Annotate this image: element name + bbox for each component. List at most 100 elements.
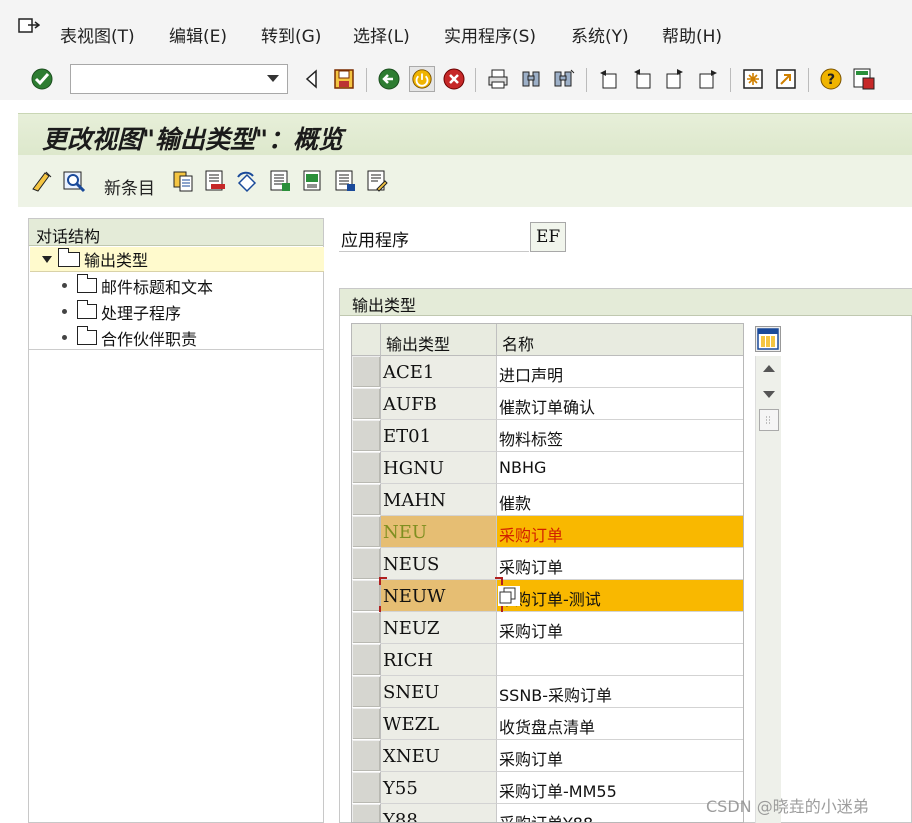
tree-node-mail-title-text[interactable]: 邮件标题和文本: [62, 273, 213, 298]
name-cell[interactable]: 采购订单: [497, 548, 743, 580]
output-type-cell[interactable]: NEUS: [381, 548, 497, 580]
row-selector-button[interactable]: [352, 644, 381, 676]
name-cell[interactable]: 采购订单: [497, 740, 743, 772]
table-settings-icon[interactable]: [755, 326, 781, 352]
name-cell[interactable]: 采购订单-测试: [497, 580, 743, 612]
menu-table-view[interactable]: 表视图(T): [60, 22, 135, 47]
last-page-icon[interactable]: [695, 66, 721, 92]
deselect-all-icon[interactable]: [333, 169, 357, 193]
row-selector-button[interactable]: [352, 804, 381, 822]
display-glasses-icon[interactable]: [62, 169, 86, 193]
row-selector-button[interactable]: [352, 484, 381, 516]
output-type-cell[interactable]: Y55: [381, 772, 497, 804]
row-selector-button[interactable]: [352, 580, 381, 612]
save-icon[interactable]: [331, 66, 357, 92]
table-row[interactable]: MAHN 催款: [352, 484, 743, 516]
exit-icon[interactable]: [409, 66, 435, 92]
table-row[interactable]: Y55 采购订单-MM55: [352, 772, 743, 804]
table-row[interactable]: AUFB 催款订单确认: [352, 388, 743, 420]
select-all-rows-button[interactable]: [352, 324, 381, 356]
layout-icon[interactable]: [851, 66, 877, 92]
delete-icon[interactable]: [203, 169, 227, 193]
vertical-scrollbar[interactable]: [755, 356, 781, 823]
table-row[interactable]: Y88采购订单Y88: [352, 804, 743, 822]
name-cell[interactable]: 催款: [497, 484, 743, 516]
table-row[interactable]: HGNU NBHG: [352, 452, 743, 484]
name-cell[interactable]: 采购订单: [497, 516, 743, 548]
row-selector-button[interactable]: [352, 676, 381, 708]
name-cell[interactable]: NBHG: [497, 452, 743, 484]
table-row[interactable]: NEUW 采购订单-测试: [352, 577, 743, 614]
output-type-cell[interactable]: ET01: [381, 420, 497, 452]
find-icon[interactable]: [518, 66, 544, 92]
create-session-icon[interactable]: [740, 66, 766, 92]
output-type-cell[interactable]: ACE1: [381, 356, 497, 388]
back-triangle-icon[interactable]: [299, 66, 325, 92]
table-row[interactable]: NEUZ 采购订单: [352, 612, 743, 644]
command-field[interactable]: [70, 64, 288, 94]
output-type-cell[interactable]: Y88: [381, 804, 497, 822]
scroll-down-icon[interactable]: [763, 391, 775, 398]
select-block-icon[interactable]: [301, 169, 325, 193]
row-selector-button[interactable]: [352, 388, 381, 420]
output-type-cell[interactable]: MAHN: [381, 484, 497, 516]
output-type-cell[interactable]: SNEU: [381, 676, 497, 708]
row-selector-button[interactable]: [352, 356, 381, 388]
column-header-name[interactable]: 名称: [497, 324, 743, 356]
table-row[interactable]: XNEU 采购订单: [352, 740, 743, 772]
row-selector-button[interactable]: [352, 420, 381, 452]
scroll-up-icon[interactable]: [763, 365, 775, 372]
table-row[interactable]: NEUS 采购订单: [352, 548, 743, 580]
table-row[interactable]: NEU 采购订单: [352, 516, 743, 548]
command-dropdown-icon[interactable]: [267, 75, 279, 82]
row-selector-button[interactable]: [352, 772, 381, 804]
output-type-cell[interactable]: AUFB: [381, 388, 497, 420]
expand-triangle-icon[interactable]: [42, 255, 52, 263]
output-type-cell[interactable]: HGNU: [381, 452, 497, 484]
copy-icon[interactable]: [498, 586, 520, 606]
output-type-cell[interactable]: RICH: [381, 644, 497, 676]
table-row[interactable]: ET01 物料标签: [352, 420, 743, 452]
help-icon[interactable]: ?: [818, 66, 844, 92]
table-row[interactable]: ACE1 进口声明: [352, 356, 743, 388]
shortcut-icon[interactable]: [773, 66, 799, 92]
column-header-output-type[interactable]: 输出类型: [381, 324, 497, 356]
sap-menu-icon[interactable]: [18, 18, 41, 36]
row-selector-button[interactable]: [352, 708, 381, 740]
row-selector-button[interactable]: [352, 516, 381, 548]
find-next-icon[interactable]: [551, 66, 577, 92]
name-cell[interactable]: 采购订单: [497, 612, 743, 644]
output-type-cell[interactable]: NEUZ: [381, 612, 497, 644]
name-cell[interactable]: [497, 644, 743, 676]
scroll-thumb[interactable]: [759, 409, 779, 431]
first-page-icon[interactable]: [596, 66, 622, 92]
name-cell[interactable]: 进口声明: [497, 356, 743, 388]
table-row[interactable]: SNEU SSNB-采购订单: [352, 676, 743, 708]
select-all-icon[interactable]: [268, 169, 292, 193]
tree-node-partner-functions[interactable]: 合作伙伴职责: [62, 325, 197, 350]
print-field-icon[interactable]: [365, 169, 389, 193]
row-selector-button[interactable]: [352, 612, 381, 644]
name-cell[interactable]: 收货盘点清单: [497, 708, 743, 740]
name-cell[interactable]: SSNB-采购订单: [497, 676, 743, 708]
menu-goto[interactable]: 转到(G): [261, 22, 321, 47]
print-icon[interactable]: [485, 66, 511, 92]
new-entries-button[interactable]: 新条目: [104, 174, 155, 199]
change-display-icon[interactable]: [30, 169, 54, 193]
undo-change-icon[interactable]: [235, 169, 259, 193]
previous-page-icon[interactable]: [629, 66, 655, 92]
enter-check-icon[interactable]: [29, 66, 55, 92]
table-row[interactable]: RICH: [352, 644, 743, 676]
row-selector-button[interactable]: [352, 740, 381, 772]
row-selector-button[interactable]: [352, 452, 381, 484]
menu-system[interactable]: 系统(Y): [571, 22, 629, 47]
row-selector-button[interactable]: [352, 548, 381, 580]
output-type-cell[interactable]: NEU: [381, 516, 497, 548]
output-type-cell[interactable]: XNEU: [381, 740, 497, 772]
name-cell[interactable]: 物料标签: [497, 420, 743, 452]
table-row[interactable]: WEZL 收货盘点清单: [352, 708, 743, 740]
menu-edit[interactable]: 编辑(E): [169, 22, 227, 47]
back-icon[interactable]: [376, 66, 402, 92]
menu-help[interactable]: 帮助(H): [662, 22, 722, 47]
tree-node-output-types[interactable]: 输出类型: [30, 247, 324, 272]
